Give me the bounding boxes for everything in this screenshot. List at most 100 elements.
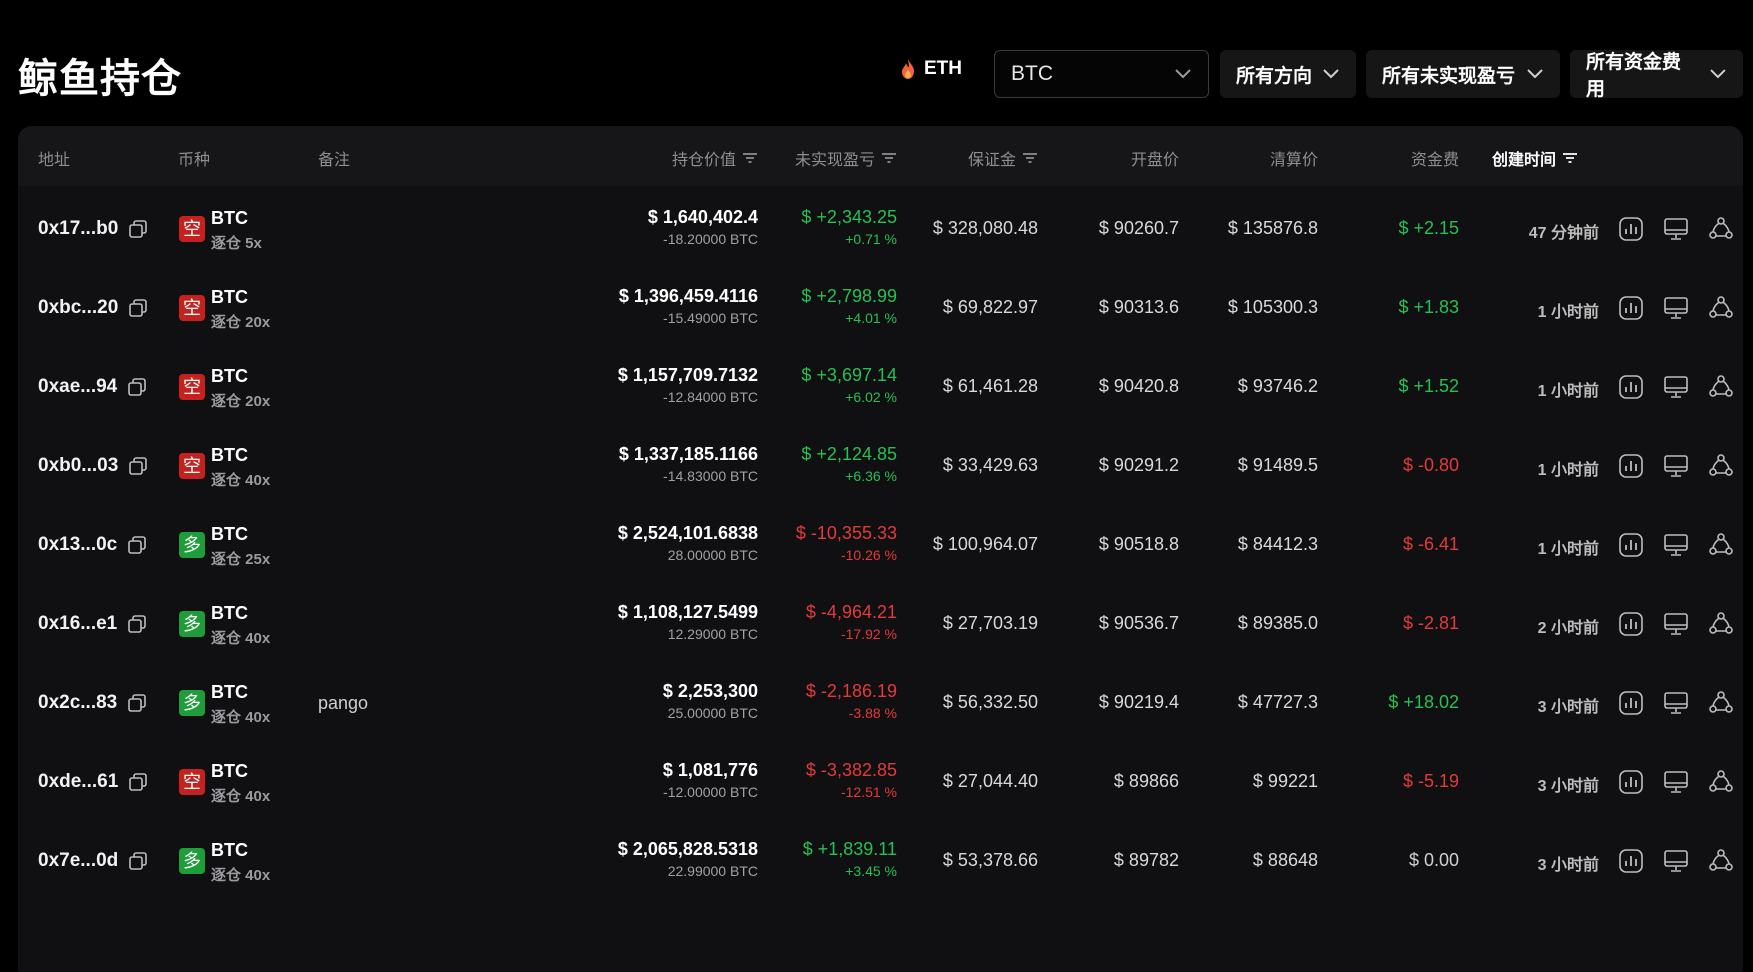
- sort-icon: [743, 153, 757, 163]
- leverage-text: 逐仓 40x: [211, 472, 271, 489]
- position-value: $ 2,253,300: [662, 681, 758, 701]
- side-badge: 空: [179, 374, 205, 400]
- unrealized-pnl: $ -4,964.21: [805, 602, 897, 622]
- chart-icon[interactable]: [1618, 611, 1644, 637]
- address-cell[interactable]: 0x7e...0d: [38, 850, 148, 872]
- share-network-icon[interactable]: [1708, 848, 1734, 874]
- monitor-icon[interactable]: [1663, 374, 1689, 400]
- share-network-icon[interactable]: [1708, 769, 1734, 795]
- column-margin-sort[interactable]: 保证金: [968, 146, 1038, 170]
- side-badge: 空: [179, 453, 205, 479]
- chart-icon[interactable]: [1618, 848, 1644, 874]
- pnl-select[interactable]: 所有未实现盈亏: [1366, 50, 1560, 98]
- position-size: 22.99000 BTC: [667, 863, 758, 879]
- copy-icon[interactable]: [128, 851, 148, 871]
- address-cell[interactable]: 0x16...e1: [38, 613, 147, 635]
- address-cell[interactable]: 0xae...94: [38, 376, 147, 398]
- leverage-text: 逐仓 40x: [211, 867, 271, 884]
- funding-fee: $ -6.41: [1402, 534, 1459, 554]
- monitor-icon[interactable]: [1663, 532, 1689, 558]
- funding-fee: $ -0.80: [1402, 455, 1459, 475]
- position-value: $ 1,157,709.7132: [617, 365, 758, 385]
- share-network-icon[interactable]: [1708, 690, 1734, 716]
- table-row[interactable]: 0xae...94 空 BTC 逐仓 20x $ 1,157,709.7132 …: [18, 344, 1743, 432]
- coin-name: BTC: [211, 287, 248, 307]
- coin-name: BTC: [211, 445, 248, 465]
- table-row[interactable]: 0x16...e1 多 BTC 逐仓 40x $ 1,108,127.5499 …: [18, 581, 1743, 669]
- monitor-icon[interactable]: [1663, 611, 1689, 637]
- copy-icon[interactable]: [127, 614, 147, 634]
- unrealized-pnl: $ +3,697.14: [801, 365, 897, 385]
- margin-value: $ 56,332.50: [942, 692, 1038, 712]
- leverage-text: 逐仓 25x: [211, 551, 271, 568]
- copy-icon[interactable]: [127, 693, 147, 713]
- column-pnl-sort[interactable]: 未实现盈亏: [795, 146, 897, 170]
- chevron-down-icon: [1710, 69, 1726, 79]
- copy-icon[interactable]: [128, 298, 148, 318]
- copy-icon[interactable]: [127, 535, 147, 555]
- unrealized-pnl-percent: +6.02 %: [845, 389, 897, 405]
- table-row[interactable]: 0x13...0c 多 BTC 逐仓 25x $ 2,524,101.6838 …: [18, 502, 1743, 590]
- monitor-icon[interactable]: [1663, 848, 1689, 874]
- funding-select-value: 所有资金费用: [1586, 52, 1682, 100]
- share-network-icon[interactable]: [1708, 374, 1734, 400]
- address-cell[interactable]: 0x13...0c: [38, 534, 147, 556]
- coin-select[interactable]: BTC: [994, 50, 1209, 98]
- table-row[interactable]: 0xbc...20 空 BTC 逐仓 20x $ 1,396,459.4116 …: [18, 265, 1743, 353]
- copy-icon[interactable]: [128, 456, 148, 476]
- monitor-icon[interactable]: [1663, 690, 1689, 716]
- table-row[interactable]: 0xde...61 空 BTC 逐仓 40x $ 1,081,776 -12.0…: [18, 739, 1743, 827]
- direction-select[interactable]: 所有方向: [1220, 50, 1356, 98]
- monitor-icon[interactable]: [1663, 769, 1689, 795]
- column-value-sort[interactable]: 持仓价值: [672, 146, 758, 170]
- sort-icon: [1563, 153, 1578, 163]
- funding-fee: $ +2.15: [1398, 218, 1459, 238]
- chart-icon[interactable]: [1618, 453, 1644, 479]
- chart-icon[interactable]: [1618, 374, 1644, 400]
- share-network-icon[interactable]: [1708, 216, 1734, 242]
- page-title: 鲸鱼持仓: [18, 57, 182, 101]
- funding-select[interactable]: 所有资金费用: [1570, 50, 1743, 100]
- table-row[interactable]: 0xb0...03 空 BTC 逐仓 40x $ 1,337,185.1166 …: [18, 423, 1743, 511]
- address-cell[interactable]: 0xb0...03: [38, 455, 148, 477]
- copy-icon[interactable]: [127, 377, 147, 397]
- eth-filter-button[interactable]: ETH: [900, 58, 962, 80]
- sort-icon: [882, 153, 896, 163]
- copy-icon[interactable]: [128, 219, 148, 239]
- monitor-icon[interactable]: [1663, 216, 1689, 242]
- coin-name: BTC: [211, 761, 248, 781]
- address-text: 0xae...94: [38, 376, 118, 397]
- address-cell[interactable]: 0x17...b0: [38, 218, 148, 240]
- share-network-icon[interactable]: [1708, 611, 1734, 637]
- leverage-text: 逐仓 40x: [211, 709, 271, 726]
- address-cell[interactable]: 0xbc...20: [38, 297, 148, 319]
- column-created-sort[interactable]: 创建时间: [1492, 146, 1578, 170]
- chart-icon[interactable]: [1618, 769, 1644, 795]
- table-row[interactable]: 0x17...b0 空 BTC 逐仓 5x $ 1,640,402.4 -18.…: [18, 186, 1743, 274]
- share-network-icon[interactable]: [1708, 295, 1734, 321]
- copy-icon[interactable]: [128, 772, 148, 792]
- created-time: 3 小时前: [1537, 857, 1599, 874]
- chart-icon[interactable]: [1618, 532, 1644, 558]
- address-cell[interactable]: 0x2c...83: [38, 692, 147, 714]
- address-text: 0xde...61: [38, 771, 119, 792]
- address-cell[interactable]: 0xde...61: [38, 771, 148, 793]
- share-network-icon[interactable]: [1708, 453, 1734, 479]
- table-row[interactable]: 0x7e...0d 多 BTC 逐仓 40x $ 2,065,828.5318 …: [18, 818, 1743, 906]
- unrealized-pnl: $ +1,839.11: [802, 839, 897, 859]
- margin-value: $ 53,378.66: [942, 850, 1038, 870]
- margin-value: $ 100,964.07: [932, 534, 1038, 554]
- coin-name: BTC: [211, 208, 248, 228]
- share-network-icon[interactable]: [1708, 532, 1734, 558]
- chart-icon[interactable]: [1618, 295, 1644, 321]
- table-header: 地址 币种 备注 持仓价值 未实现盈亏 保证金 开盘价 清算价 资金费 创建时间: [18, 126, 1743, 186]
- chart-icon[interactable]: [1618, 690, 1644, 716]
- margin-value: $ 27,044.40: [942, 771, 1038, 791]
- table-row[interactable]: 0x2c...83 多 BTC 逐仓 40x pango $ 2,253,300…: [18, 660, 1743, 748]
- entry-price: $ 90536.7: [1098, 613, 1179, 633]
- position-size: 25.00000 BTC: [667, 705, 758, 721]
- monitor-icon[interactable]: [1663, 453, 1689, 479]
- monitor-icon[interactable]: [1663, 295, 1689, 321]
- column-liq: 清算价: [1269, 152, 1318, 169]
- chart-icon[interactable]: [1618, 216, 1644, 242]
